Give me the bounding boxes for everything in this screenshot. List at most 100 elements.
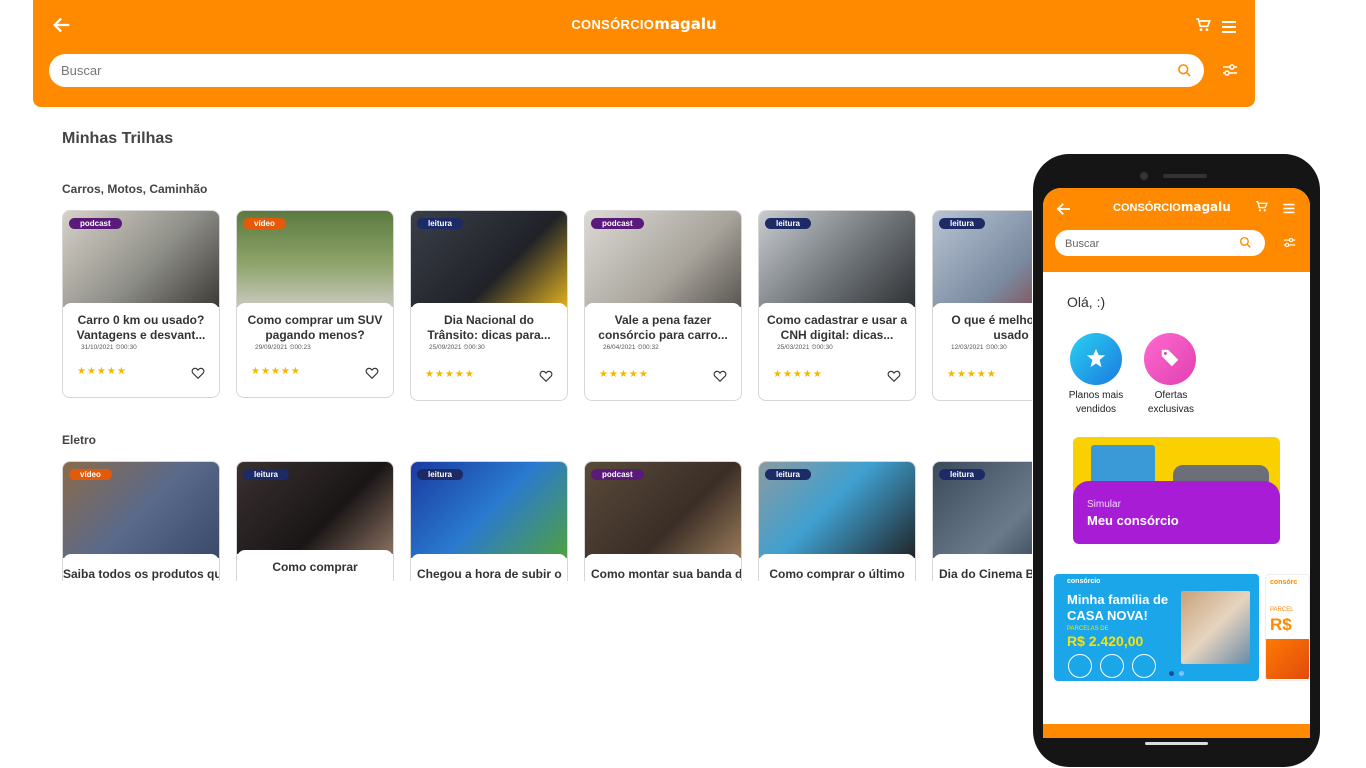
card-badge: vídeo: [69, 469, 112, 480]
card-badge: leitura: [765, 218, 812, 229]
cart-icon[interactable]: [1195, 17, 1211, 33]
heart-icon[interactable]: [713, 369, 727, 383]
heart-icon[interactable]: [191, 366, 205, 380]
trail-card[interactable]: leitura Chegou a hora de subir o: [410, 461, 568, 581]
heart-icon[interactable]: [365, 366, 379, 380]
filter-icon[interactable]: [1222, 62, 1238, 78]
trail-card[interactable]: leitura Dia do Cinema Br: [932, 461, 1032, 581]
card-title: O que é melhor: c ou usado: [951, 313, 1032, 342]
rating-stars: ★★★★★: [947, 369, 997, 380]
card-badge: leitura: [939, 469, 986, 480]
banner-parcelas-label: PARCELAS DE: [1067, 626, 1109, 632]
banner-badge-3: [1132, 654, 1156, 678]
card-meta: 31/10/2021 ⏲00:30: [81, 344, 137, 351]
heart-icon[interactable]: [539, 369, 553, 383]
card-meta: 26/04/2021 ⏲00:32: [603, 344, 659, 351]
best-plans-label: Planos mais vendidos: [1068, 390, 1124, 415]
banner-parcelas-label: PARCEL: [1270, 607, 1294, 613]
card-title: Carro 0 km ou usado? Vantagens e desvant…: [76, 313, 206, 342]
house-illustration: [1091, 445, 1155, 483]
menu-icon[interactable]: [1283, 203, 1295, 214]
card-meta: 25/09/2021 ⏲00:30: [429, 344, 485, 351]
trail-card[interactable]: leitura Como cadastrar e usar a CNH digi…: [758, 210, 916, 401]
exclusive-offers-label: Ofertas exclusivas: [1147, 390, 1195, 415]
card-badge: podcast: [591, 469, 644, 480]
rating-stars: ★★★★★: [251, 366, 301, 377]
rating-stars: ★★★★★: [599, 369, 649, 380]
trail-card[interactable]: podcast Vale a pena fazer consórcio para…: [584, 210, 742, 401]
consorcio-magalu-logo[interactable]: CONSÓRCIOmagalu: [33, 15, 1255, 33]
card-title: Como cadastrar e usar a CNH digital: dic…: [766, 313, 908, 342]
search-input[interactable]: [61, 54, 1161, 87]
top-header: CONSÓRCIOmagalu: [33, 0, 1255, 107]
card-badge: vídeo: [243, 218, 286, 229]
trail-card[interactable]: podcast Como montar sua banda de: [584, 461, 742, 581]
carousel-dot-active[interactable]: [1169, 671, 1174, 676]
banner-brand: consórcio: [1067, 578, 1101, 585]
trail-card[interactable]: leitura Como comprar: [236, 461, 394, 581]
card-badge: leitura: [243, 469, 290, 480]
rating-stars: ★★★★★: [773, 369, 823, 380]
card-title: Como comprar: [272, 560, 358, 574]
phone-footer-bar: [1043, 724, 1310, 738]
family-photo: [1181, 591, 1250, 664]
search-icon[interactable]: [1239, 236, 1252, 249]
card-badge: leitura: [417, 218, 464, 229]
card-title: Dia do Cinema Br: [939, 567, 1032, 581]
banner-image: [1266, 639, 1309, 679]
trail-card[interactable]: leitura O que é melhor: c ou usado 12/03…: [932, 210, 1032, 401]
carousel-dot[interactable]: [1179, 671, 1184, 676]
card-meta: 12/03/2021 ⏲00:30: [951, 344, 1007, 351]
trail-card[interactable]: leitura Como comprar o último: [758, 461, 916, 581]
filter-icon[interactable]: [1283, 236, 1296, 249]
banner-brand: consórc: [1270, 579, 1298, 586]
back-arrow-icon[interactable]: [1055, 200, 1073, 218]
card-badge: podcast: [591, 218, 644, 229]
rating-stars: ★★★★★: [77, 366, 127, 377]
phone-header: CONSÓRCIOmagalu Buscar: [1043, 188, 1310, 272]
card-title: Como montar sua banda de: [591, 567, 742, 581]
phone-camera: [1140, 172, 1148, 180]
card-title: Chegou a hora de subir o: [417, 567, 562, 581]
trail-card[interactable]: vídeo Saiba todos os produtos que: [62, 461, 220, 581]
card-badge: leitura: [417, 469, 464, 480]
simulate-big-label: Meu consórcio: [1087, 513, 1179, 528]
card-title: Saiba todos os produtos que: [63, 567, 220, 581]
promo-banner[interactable]: consórcio Minha família de CASA NOVA! PA…: [1054, 574, 1259, 681]
simulate-banner[interactable]: Simular Meu consórcio: [1073, 437, 1280, 544]
cards-row-eletro: vídeo Saiba todos os produtos que leitur…: [62, 461, 1032, 581]
trail-card[interactable]: leitura Dia Nacional do Trânsito: dicas …: [410, 210, 568, 401]
rating-stars: ★★★★★: [425, 369, 475, 380]
menu-icon[interactable]: [1222, 20, 1236, 34]
banner-price: R$: [1270, 615, 1292, 634]
star-icon: [1086, 348, 1106, 368]
card-badge: leitura: [765, 469, 812, 480]
card-title: Vale a pena fazer consórcio para carro..…: [598, 313, 728, 342]
heart-icon[interactable]: [887, 369, 901, 383]
home-indicator: [1145, 742, 1208, 745]
card-meta: 29/09/2021 ⏲00:23: [255, 344, 311, 351]
cart-icon[interactable]: [1255, 200, 1268, 213]
phone-speaker: [1163, 174, 1207, 178]
phone-screen: CONSÓRCIOmagalu Buscar Olá, :) Planos ma…: [1043, 188, 1310, 738]
exclusive-offers-button[interactable]: [1144, 333, 1196, 385]
banner-price: R$ 2.420,00: [1067, 633, 1144, 649]
page-title: Minhas Trilhas: [62, 130, 174, 147]
tag-icon: [1161, 349, 1179, 367]
card-title: Como comprar um SUV pagando menos?: [247, 313, 383, 342]
best-plans-button[interactable]: [1070, 333, 1122, 385]
phone-search-input[interactable]: Buscar: [1055, 230, 1265, 256]
phone-mockup: CONSÓRCIOmagalu Buscar Olá, :) Planos ma…: [1033, 154, 1320, 767]
trail-card[interactable]: podcast Carro 0 km ou usado? Vantagens e…: [62, 210, 220, 398]
search-icon[interactable]: [1177, 63, 1192, 78]
card-badge: podcast: [69, 218, 122, 229]
banner-badge-1: [1068, 654, 1092, 678]
section-title-carros: Carros, Motos, Caminhão: [62, 182, 208, 196]
cards-row-carros: podcast Carro 0 km ou usado? Vantagens e…: [62, 210, 1032, 410]
consorcio-magalu-logo[interactable]: CONSÓRCIOmagalu: [1113, 200, 1231, 214]
card-badge: leitura: [939, 218, 986, 229]
search-bar: [49, 54, 1204, 87]
trail-card[interactable]: vídeo Como comprar um SUV pagando menos?…: [236, 210, 394, 398]
banner-badge-2: [1100, 654, 1124, 678]
promo-banner-next[interactable]: consórc PARCEL R$: [1265, 574, 1310, 681]
